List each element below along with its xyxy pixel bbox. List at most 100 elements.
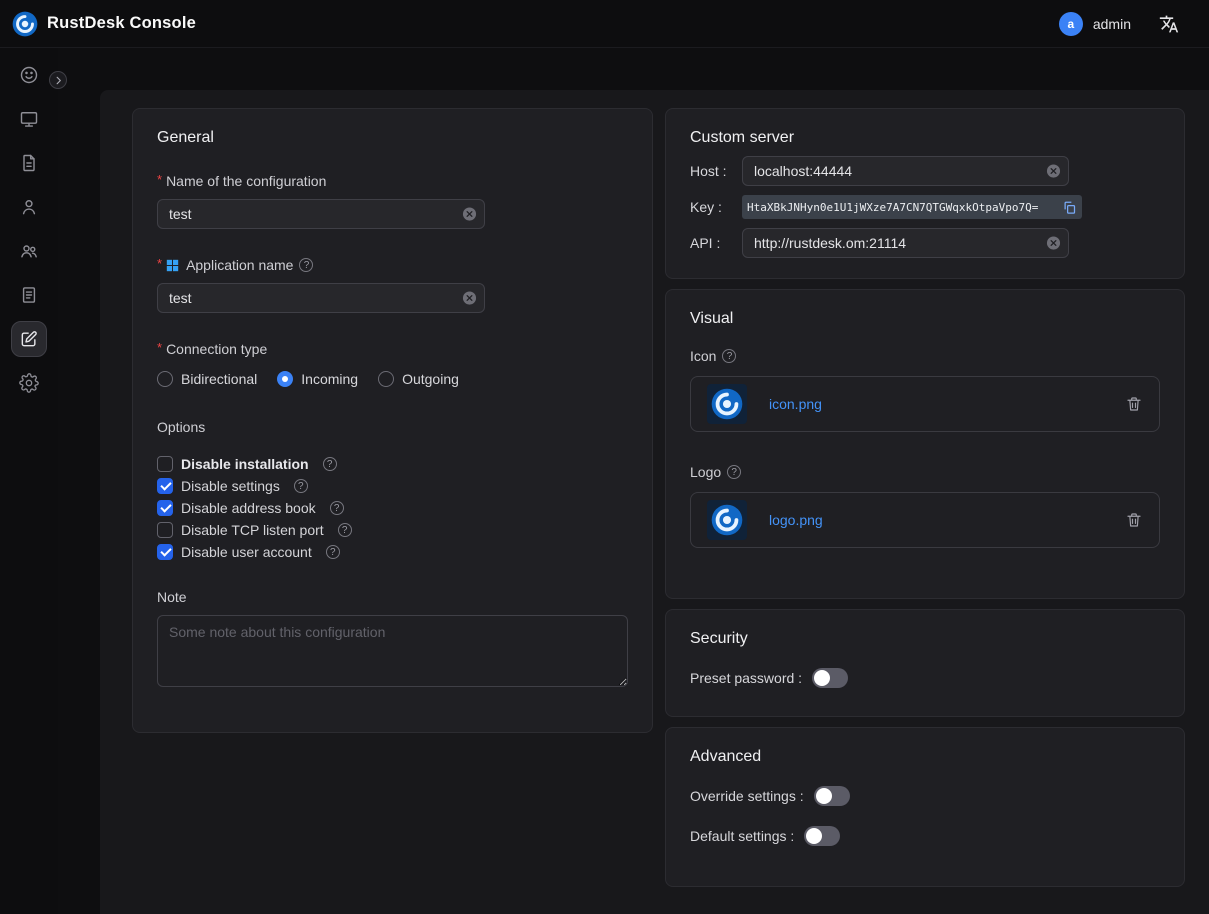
- checkbox[interactable]: [157, 456, 173, 472]
- api-input[interactable]: [742, 228, 1069, 258]
- journal-icon: [19, 285, 39, 305]
- radio-label: Incoming: [301, 371, 358, 387]
- checkbox[interactable]: [157, 500, 173, 516]
- custom-server-card: Custom server Host : Key :: [665, 108, 1185, 279]
- override-settings-label: Override settings :: [690, 788, 804, 804]
- preset-password-label: Preset password :: [690, 670, 802, 686]
- default-settings-toggle[interactable]: [804, 826, 840, 846]
- api-row: API :: [690, 228, 1160, 258]
- override-settings-toggle[interactable]: [814, 786, 850, 806]
- help-icon[interactable]: ?: [323, 457, 337, 471]
- help-icon[interactable]: ?: [326, 545, 340, 559]
- radio-incoming[interactable]: Incoming: [277, 371, 358, 387]
- radio-label: Bidirectional: [181, 371, 257, 387]
- toggle-knob: [814, 670, 830, 686]
- required-marker: *: [157, 340, 162, 355]
- radio-bidirectional[interactable]: Bidirectional: [157, 371, 257, 387]
- rustdesk-logo-icon: [12, 11, 38, 37]
- user-avatar[interactable]: a: [1059, 12, 1083, 36]
- icon-upload-box[interactable]: icon.png: [690, 376, 1160, 432]
- sidebar-item-home[interactable]: [11, 57, 47, 93]
- checkbox-label: Disable TCP listen port: [181, 522, 324, 538]
- windows-icon: [166, 259, 179, 272]
- translate-icon[interactable]: [1159, 14, 1179, 34]
- logo-preview: [707, 500, 747, 540]
- note-textarea[interactable]: [157, 615, 628, 687]
- config-name-input[interactable]: [157, 199, 485, 229]
- copy-icon[interactable]: [1062, 200, 1077, 215]
- icon-label: Icon ?: [690, 348, 1160, 364]
- security-card: Security Preset password :: [665, 609, 1185, 717]
- clear-icon[interactable]: [462, 291, 477, 306]
- radio-label: Outgoing: [402, 371, 459, 387]
- username[interactable]: admin: [1093, 16, 1131, 32]
- logo-file-link[interactable]: logo.png: [769, 512, 823, 528]
- logo-upload-box[interactable]: logo.png: [690, 492, 1160, 548]
- checkbox-label: Disable user account: [181, 544, 312, 560]
- checkbox[interactable]: [157, 478, 173, 494]
- key-label: Key :: [690, 199, 742, 215]
- override-settings-row: Override settings :: [690, 786, 1160, 806]
- key-row: Key : HtaXBkJNHyn0e1U1jWXze7A7CN7QTGWqxk…: [690, 195, 1160, 219]
- help-icon[interactable]: ?: [727, 465, 741, 479]
- checkbox-disable-user-account[interactable]: Disable user account ?: [157, 541, 628, 563]
- visual-title: Visual: [690, 310, 1160, 328]
- radio-button[interactable]: [378, 371, 394, 387]
- clear-icon[interactable]: [1046, 164, 1061, 179]
- help-icon[interactable]: ?: [299, 258, 313, 272]
- advanced-card: Advanced Override settings : Default set…: [665, 727, 1185, 887]
- document-icon: [19, 153, 39, 173]
- radio-outgoing[interactable]: Outgoing: [378, 371, 459, 387]
- brand: RustDesk Console: [12, 11, 196, 37]
- app-title: RustDesk Console: [47, 14, 196, 33]
- checkbox-disable-installation[interactable]: Disable installation ?: [157, 453, 628, 475]
- radio-button[interactable]: [277, 371, 293, 387]
- logo-label: Logo ?: [690, 464, 1160, 480]
- clear-icon[interactable]: [1046, 236, 1061, 251]
- icon-preview: [707, 384, 747, 424]
- custom-server-title: Custom server: [690, 129, 1160, 147]
- checkbox[interactable]: [157, 544, 173, 560]
- checkbox-disable-settings[interactable]: Disable settings ?: [157, 475, 628, 497]
- sidebar-item-settings[interactable]: [11, 365, 47, 401]
- preset-password-toggle[interactable]: [812, 668, 848, 688]
- default-settings-row: Default settings :: [690, 826, 1160, 846]
- toggle-knob: [806, 828, 822, 844]
- sidebar-expand-button[interactable]: [49, 71, 67, 89]
- general-title: General: [157, 129, 628, 147]
- help-icon[interactable]: ?: [294, 479, 308, 493]
- options-label: Options: [157, 419, 628, 435]
- host-label: Host :: [690, 163, 742, 179]
- key-value: HtaXBkJNHyn0e1U1jWXze7A7CN7QTGWqxkOtpaVp…: [747, 201, 1057, 214]
- edit-icon: [19, 329, 39, 349]
- sidebar-item-documents[interactable]: [11, 145, 47, 181]
- preset-password-row: Preset password :: [690, 668, 1160, 688]
- icon-file-link[interactable]: icon.png: [769, 396, 822, 412]
- default-settings-label: Default settings :: [690, 828, 794, 844]
- config-name-label: * Name of the configuration: [157, 173, 628, 189]
- checkbox-disable-tcp-listen-port[interactable]: Disable TCP listen port ?: [157, 519, 628, 541]
- application-name-input[interactable]: [157, 283, 485, 313]
- delete-icon[interactable]: [1125, 511, 1143, 529]
- delete-icon[interactable]: [1125, 395, 1143, 413]
- monitor-icon: [19, 109, 39, 129]
- help-icon[interactable]: ?: [330, 501, 344, 515]
- checkbox-disable-address-book[interactable]: Disable address book ?: [157, 497, 628, 519]
- note-label: Note: [157, 589, 628, 605]
- options-list: Disable installation ? Disable settings …: [157, 453, 628, 563]
- host-row: Host :: [690, 156, 1160, 186]
- clear-icon[interactable]: [462, 207, 477, 222]
- sidebar-item-users[interactable]: [11, 189, 47, 225]
- connection-type-group: Bidirectional Incoming Outgoing: [157, 371, 628, 387]
- help-icon[interactable]: ?: [722, 349, 736, 363]
- sidebar-item-devices[interactable]: [11, 101, 47, 137]
- radio-button[interactable]: [157, 371, 173, 387]
- host-input[interactable]: [742, 156, 1069, 186]
- checkbox-label: Disable address book: [181, 500, 316, 516]
- checkbox[interactable]: [157, 522, 173, 538]
- sidebar-item-custom-client[interactable]: [11, 321, 47, 357]
- sidebar-item-groups[interactable]: [11, 233, 47, 269]
- help-icon[interactable]: ?: [338, 523, 352, 537]
- connection-type-label: * Connection type: [157, 341, 628, 357]
- sidebar-item-logs[interactable]: [11, 277, 47, 313]
